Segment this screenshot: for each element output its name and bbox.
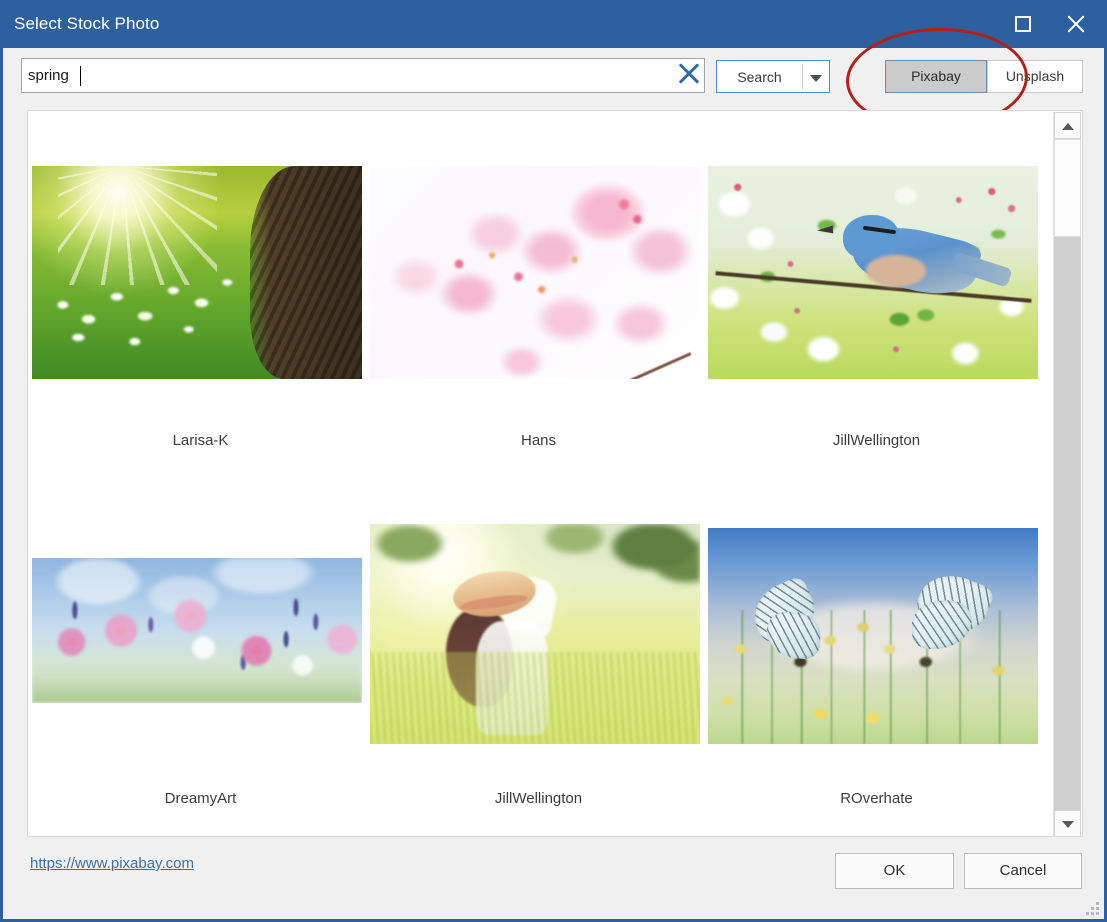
result-item[interactable]: Hans (370, 166, 707, 456)
photo-meadow (32, 166, 362, 379)
photo-cherry-blossom (370, 166, 700, 379)
dialog-footer: https://www.pixabay.com OK Cancel (3, 837, 1104, 919)
bird-head (843, 214, 900, 260)
search-input[interactable]: spring (21, 58, 705, 93)
butterfly-wing (765, 610, 823, 660)
result-thumbnail[interactable] (32, 166, 362, 379)
result-item[interactable]: JillWellington (370, 524, 707, 814)
scroll-up-arrow-icon (1062, 123, 1074, 130)
results-panel: Larisa-K Hans JillWellington DreamyArt J… (27, 110, 1083, 837)
scrollbar-thumb[interactable] (1054, 139, 1081, 237)
provider-toggle-group: Pixabay Unsplash (885, 60, 1083, 93)
butterfly-right (909, 564, 1002, 657)
blossom-buds (370, 166, 700, 379)
result-author: JillWellington (494, 790, 583, 807)
result-thumbnail[interactable] (32, 558, 362, 703)
clear-search-icon[interactable] (675, 60, 703, 88)
cosmos-blooms (32, 558, 362, 703)
cancel-button[interactable]: Cancel (964, 853, 1082, 889)
title-bar: Select Stock Photo (0, 0, 1107, 48)
provider-button-pixabay[interactable]: Pixabay (885, 60, 987, 93)
search-button[interactable]: Search (716, 60, 830, 93)
close-button[interactable] (1055, 0, 1101, 48)
result-thumbnail[interactable] (370, 524, 700, 744)
search-button-label: Search (737, 69, 782, 85)
photo-butterflies (708, 528, 1038, 744)
search-input-value: spring (28, 67, 69, 84)
result-author: ROverhate (840, 790, 913, 807)
result-author: JillWellington (832, 432, 921, 449)
results-scrollbar[interactable] (1053, 112, 1081, 836)
scroll-down-arrow-icon (1062, 821, 1074, 828)
meadow-grass (370, 651, 700, 744)
select-stock-photo-dialog: Select Stock Photo spring Search Pixabay… (0, 0, 1107, 922)
maximize-button[interactable] (1003, 0, 1049, 48)
maximize-square-icon (1015, 16, 1031, 32)
white-flowers (32, 259, 290, 362)
scroll-down-button[interactable] (1054, 810, 1081, 836)
photo-bluebird (708, 166, 1038, 379)
result-author: Larisa-K (172, 432, 229, 449)
provider-button-unsplash[interactable]: Unsplash (987, 60, 1083, 93)
scrollbar-track[interactable] (1054, 139, 1081, 810)
result-author: DreamyArt (164, 790, 237, 807)
text-caret (80, 66, 81, 86)
result-thumbnail[interactable] (708, 166, 1038, 379)
result-thumbnail[interactable] (708, 528, 1038, 744)
close-x-icon (1065, 13, 1087, 35)
result-item[interactable]: DreamyArt (32, 524, 369, 814)
result-item[interactable]: ROverhate (708, 524, 1045, 814)
result-thumbnail[interactable] (370, 166, 700, 379)
search-button-separator (802, 64, 803, 89)
butterfly-left (744, 574, 837, 661)
result-author: Hans (520, 432, 557, 449)
photo-woman-in-meadow (370, 524, 700, 744)
bird-beak (816, 225, 834, 235)
photo-cosmos-watercolour (32, 558, 362, 703)
source-link[interactable]: https://www.pixabay.com (30, 855, 194, 872)
window-title: Select Stock Photo (14, 14, 160, 33)
scroll-up-button[interactable] (1054, 112, 1081, 139)
result-item[interactable]: Larisa-K (32, 166, 369, 456)
resize-grip-icon[interactable] (1085, 901, 1099, 915)
result-item[interactable]: JillWellington (708, 166, 1045, 456)
butterfly-wing (910, 599, 973, 650)
chevron-down-icon[interactable] (810, 75, 822, 82)
ok-button[interactable]: OK (835, 853, 954, 889)
